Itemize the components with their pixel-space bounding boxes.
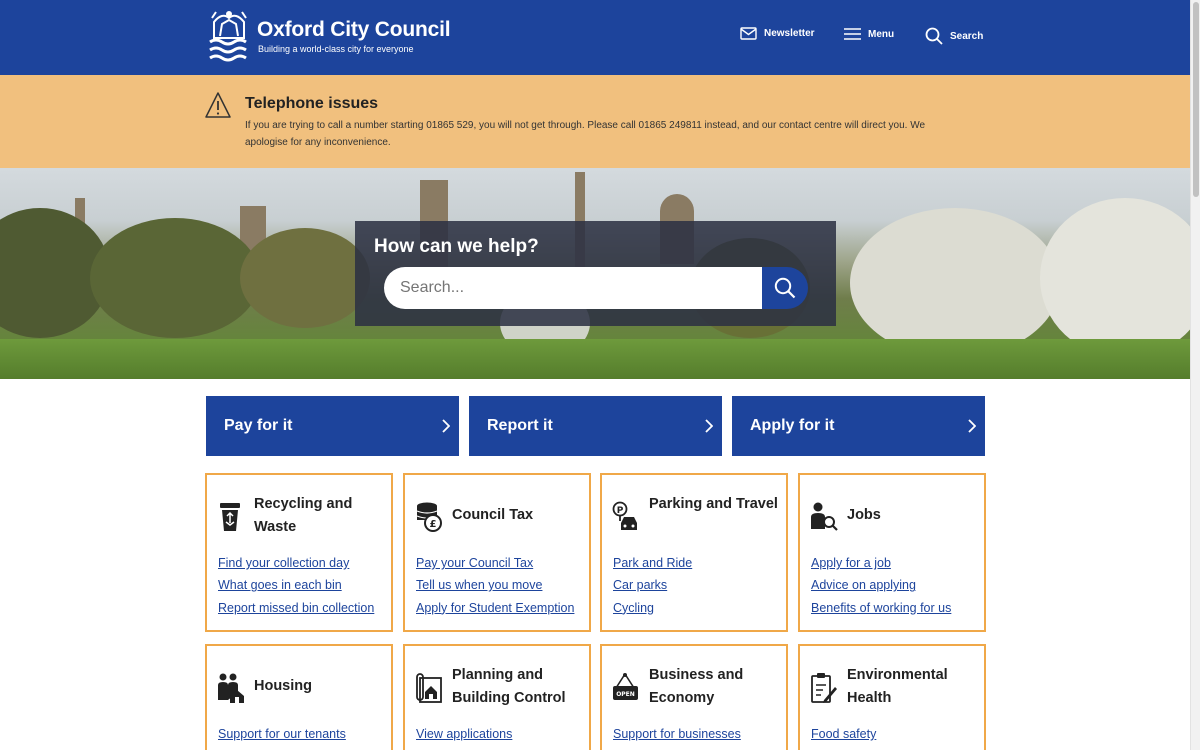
- warning-icon: [205, 92, 231, 118]
- newsletter-link[interactable]: Newsletter: [740, 27, 815, 40]
- card-link[interactable]: Apply for Student Exemption: [416, 597, 574, 619]
- card-links: Apply for a job Advice on applying Benef…: [811, 552, 951, 619]
- parking-car-icon: P: [612, 501, 637, 530]
- hamburger-icon: [844, 28, 861, 40]
- pay-for-it-label: Pay for it: [224, 417, 293, 434]
- svg-text:£: £: [430, 519, 437, 530]
- building-plan-icon: [416, 673, 442, 703]
- chevron-right-icon: [705, 419, 713, 433]
- alert-banner: Telephone issues If you are trying to ca…: [0, 75, 1190, 168]
- envelope-icon: [740, 27, 757, 40]
- service-card-jobs: Jobs Apply for a job Advice on applying …: [798, 473, 986, 632]
- card-title[interactable]: Parking and Travel: [649, 493, 779, 516]
- card-link[interactable]: Advice on applying: [811, 574, 951, 596]
- card-links: Support for our tenants: [218, 723, 346, 745]
- tree-shape: [240, 228, 370, 328]
- scrollbar-thumb[interactable]: [1193, 2, 1199, 197]
- chevron-right-icon: [968, 419, 976, 433]
- card-links: Food safety: [811, 723, 876, 745]
- svg-text:OPEN: OPEN: [616, 691, 635, 698]
- family-house-icon: [218, 673, 244, 703]
- card-links: Find your collection day What goes in ea…: [218, 552, 374, 619]
- card-link[interactable]: Cycling: [613, 597, 692, 619]
- blossom-tree-shape: [850, 208, 1060, 358]
- card-link[interactable]: Support for our tenants: [218, 723, 346, 745]
- grass-field: [0, 339, 1190, 379]
- card-title[interactable]: Council Tax: [452, 504, 533, 527]
- report-it-button[interactable]: Report it: [469, 396, 722, 456]
- help-title: How can we help?: [374, 236, 539, 257]
- card-link[interactable]: Car parks: [613, 574, 692, 596]
- chevron-right-icon: [442, 419, 450, 433]
- alert-text: If you are trying to call a number start…: [245, 120, 926, 148]
- card-link[interactable]: Support for businesses: [613, 723, 741, 745]
- card-title[interactable]: Business and Economy: [649, 664, 779, 710]
- svg-text:P: P: [617, 506, 624, 516]
- card-link[interactable]: Benefits of working for us: [811, 597, 951, 619]
- open-sign-icon: OPEN: [613, 673, 638, 700]
- card-title[interactable]: Jobs: [847, 504, 881, 527]
- service-card-recycling: Recycling and Waste Find your collection…: [205, 473, 393, 632]
- apply-for-it-button[interactable]: Apply for it: [732, 396, 985, 456]
- apply-for-it-label: Apply for it: [750, 417, 835, 434]
- card-link[interactable]: Find your collection day: [218, 552, 374, 574]
- search-icon: [925, 27, 943, 45]
- report-it-label: Report it: [487, 417, 553, 434]
- card-title[interactable]: Planning and Building Control: [452, 664, 582, 710]
- card-link[interactable]: Park and Ride: [613, 552, 692, 574]
- pay-for-it-button[interactable]: Pay for it: [206, 396, 459, 456]
- card-link[interactable]: Report missed bin collection: [218, 597, 374, 619]
- site-search-input[interactable]: [384, 267, 763, 309]
- clipboard-pen-icon: [811, 673, 837, 703]
- card-title[interactable]: Recycling and Waste: [254, 493, 384, 539]
- search-icon: [774, 277, 796, 299]
- blossom-tree-shape: [1040, 198, 1190, 358]
- card-title[interactable]: Environmental Health: [847, 664, 977, 710]
- menu-label: Menu: [868, 28, 895, 40]
- card-link[interactable]: What goes in each bin: [218, 574, 374, 596]
- help-search-panel: How can we help?: [355, 221, 836, 326]
- card-link[interactable]: Food safety: [811, 723, 876, 745]
- search-button[interactable]: Search: [925, 27, 983, 45]
- job-search-icon: [811, 502, 838, 531]
- search-label: Search: [950, 30, 984, 42]
- card-title[interactable]: Housing: [254, 675, 312, 698]
- page-scrollbar[interactable]: [1190, 0, 1200, 750]
- card-link[interactable]: Tell us when you move: [416, 574, 574, 596]
- council-crest-logo[interactable]: [208, 8, 250, 64]
- service-card-planning: Planning and Building Control View appli…: [403, 644, 591, 750]
- card-link[interactable]: Apply for a job: [811, 552, 951, 574]
- card-links: Pay your Council Tax Tell us when you mo…: [416, 552, 574, 619]
- card-links: View applications: [416, 723, 512, 745]
- site-search-submit-button[interactable]: [762, 267, 808, 309]
- newsletter-label: Newsletter: [764, 28, 815, 39]
- hero-banner: How can we help?: [0, 168, 1190, 379]
- service-card-council-tax: £ Council Tax Pay your Council Tax Tell …: [403, 473, 591, 632]
- recycling-bin-icon: [220, 503, 240, 531]
- service-card-environmental-health: Environmental Health Food safety: [798, 644, 986, 750]
- card-link[interactable]: View applications: [416, 723, 512, 745]
- service-card-parking: P Parking and Travel Park and Ride Car p…: [600, 473, 788, 632]
- alert-title: Telephone issues: [245, 95, 379, 112]
- service-card-housing: Housing Support for our tenants: [205, 644, 393, 750]
- coins-icon: £: [416, 502, 442, 532]
- site-tagline: Building a world-class city for everyone: [258, 44, 414, 54]
- site-header: Oxford City Council Building a world-cla…: [0, 0, 1190, 75]
- card-links: Support for businesses: [613, 723, 741, 745]
- site-title[interactable]: Oxford City Council: [257, 18, 451, 42]
- card-links: Park and Ride Car parks Cycling: [613, 552, 692, 619]
- service-card-business: OPEN Business and Economy Support for bu…: [600, 644, 788, 750]
- menu-button[interactable]: Menu: [844, 27, 894, 41]
- tree-shape: [90, 218, 260, 338]
- card-link[interactable]: Pay your Council Tax: [416, 552, 574, 574]
